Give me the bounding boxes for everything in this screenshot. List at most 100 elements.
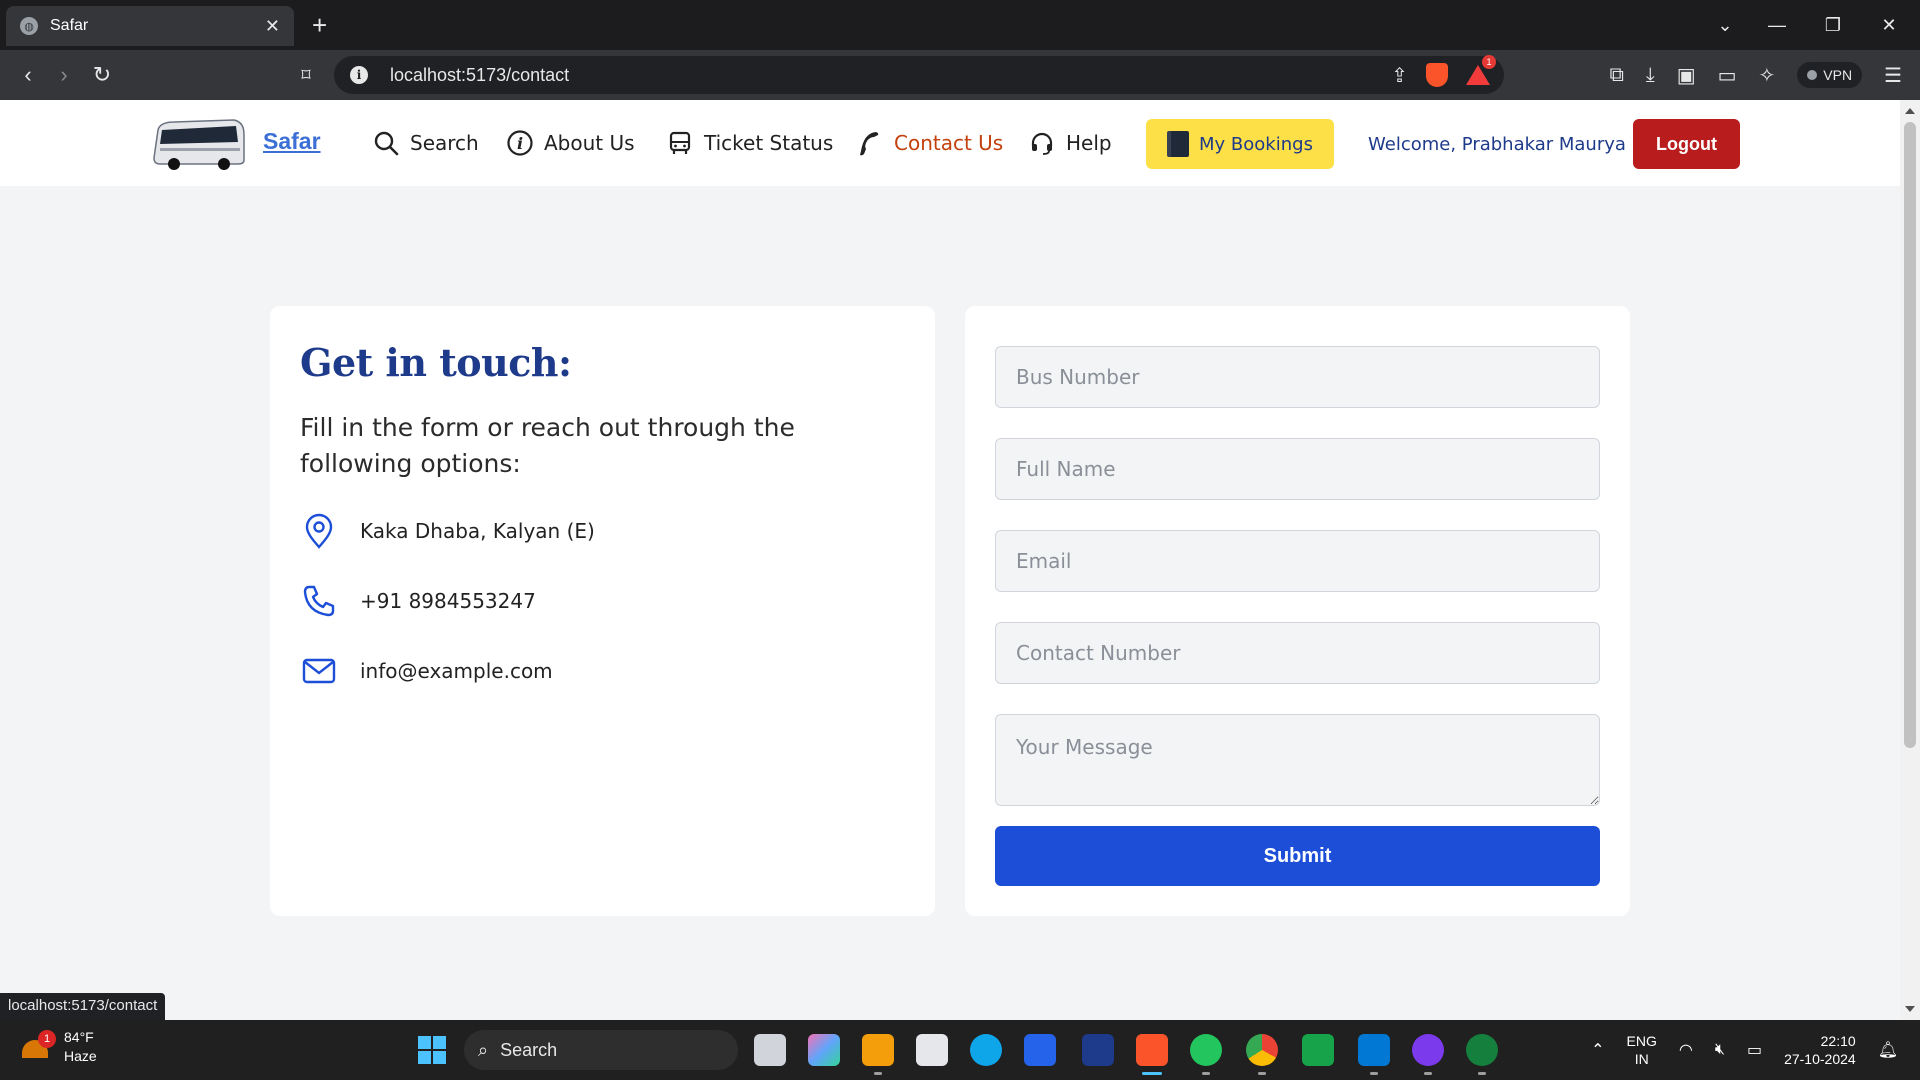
scroll-up-arrow-icon[interactable] — [1905, 108, 1915, 114]
welcome-text: Welcome, Prabhakar Maurya — [1368, 134, 1626, 155]
nav-help[interactable]: Help — [1028, 126, 1112, 160]
chrome-icon[interactable] — [1246, 1034, 1278, 1075]
region-code: IN — [1634, 1051, 1649, 1067]
extensions-icon[interactable]: ⧉ — [1610, 64, 1624, 87]
info-icon: i — [506, 129, 534, 157]
svg-text:i: i — [517, 134, 523, 153]
nav-contact-us[interactable]: Contact Us — [856, 126, 1003, 160]
email-input[interactable] — [995, 530, 1600, 592]
minimize-button[interactable]: — — [1752, 0, 1802, 50]
wallet-icon[interactable]: ▭ — [1718, 63, 1737, 88]
clock[interactable]: 22:10 27-10-2024 — [1784, 1032, 1856, 1068]
wifi-icon[interactable]: ◠ — [1679, 1040, 1693, 1060]
scroll-thumb[interactable] — [1904, 122, 1916, 748]
contact-number-input[interactable] — [995, 622, 1600, 684]
nav-search-label: Search — [410, 131, 479, 155]
back-button[interactable]: ‹ — [10, 50, 46, 100]
get-in-touch-title: Get in touch: — [300, 340, 572, 385]
vpn-button[interactable]: VPN — [1797, 62, 1863, 88]
whatsapp-icon[interactable] — [1190, 1034, 1222, 1075]
taskbar-search[interactable]: ⌕ Search — [464, 1030, 738, 1070]
full-name-input[interactable] — [995, 438, 1600, 500]
new-tab-button[interactable]: + — [312, 10, 327, 40]
outlook-icon[interactable] — [1024, 1034, 1056, 1066]
system-tray: ⌃ ENG IN ◠ 🔇︎ ▭ 22:10 27-10-2024 🔔︎ — [1591, 1020, 1920, 1080]
mongodb-compass-icon[interactable] — [1466, 1034, 1498, 1075]
edge-icon[interactable] — [970, 1034, 1002, 1066]
sidebar-icon[interactable]: ▣ — [1677, 63, 1696, 88]
my-bookings-button[interactable]: My Bookings — [1146, 119, 1334, 169]
bookmark-icon[interactable]: ⌑ — [288, 50, 324, 100]
menu-icon[interactable]: ☰ — [1884, 63, 1902, 88]
weather-icon: 1 — [22, 1030, 56, 1062]
microsoft-store-icon[interactable] — [916, 1034, 948, 1066]
nav-search[interactable]: Search — [372, 126, 479, 160]
nav-help-label: Help — [1066, 131, 1112, 155]
site-info-icon[interactable]: i — [350, 66, 368, 84]
chevron-up-icon[interactable]: ⌃ — [1591, 1040, 1604, 1060]
submit-button[interactable]: Submit — [995, 826, 1600, 886]
site-header: Safar Search i About Us Ticket Status Co… — [0, 100, 1900, 186]
headset-icon — [1028, 129, 1056, 157]
brand-link[interactable]: Safar — [263, 128, 321, 155]
close-tab-icon[interactable]: ✕ — [265, 16, 280, 37]
bus-icon — [666, 129, 694, 157]
address-bar[interactable]: i localhost:5173/contact ⇪ 1 — [334, 55, 1504, 94]
nav-about-us-label: About Us — [544, 131, 635, 155]
weather-widget[interactable]: 1 84°F Haze — [22, 1028, 97, 1066]
nav-contact-us-label: Contact Us — [894, 131, 1004, 155]
clock-time: 22:10 — [1820, 1033, 1856, 1049]
brave-shields-icon[interactable] — [1426, 63, 1448, 87]
download-icon[interactable]: ⤓ — [1646, 64, 1655, 87]
classroom-icon[interactable] — [1302, 1034, 1334, 1066]
l-app-icon[interactable] — [1082, 1034, 1114, 1066]
contact-form-card: Submit — [965, 306, 1630, 916]
share-icon[interactable]: ⇪ — [1391, 63, 1408, 88]
close-window-button[interactable]: ✕ — [1864, 0, 1914, 50]
windows-start-icon[interactable] — [418, 1036, 446, 1064]
book-icon — [1167, 131, 1190, 157]
language-indicator[interactable]: ENG IN — [1627, 1032, 1657, 1068]
weather-badge: 1 — [38, 1030, 56, 1048]
leo-ai-icon[interactable]: ✧ — [1759, 63, 1776, 88]
volume-muted-icon[interactable]: 🔇︎ — [1715, 1041, 1725, 1059]
phone-text: +91 8984553247 — [360, 589, 536, 613]
logout-button[interactable]: Logout — [1633, 119, 1740, 169]
browser-toolbar: ‹ › ↻ ⌑ i localhost:5173/contact ⇪ 1 ⧉ ⤓… — [0, 50, 1920, 100]
nav-ticket-status[interactable]: Ticket Status — [666, 126, 833, 160]
vpn-label: VPN — [1823, 67, 1853, 83]
bus-logo-icon[interactable] — [150, 116, 246, 172]
search-icon: ⌕ — [478, 1039, 489, 1060]
battery-icon[interactable]: ▭ — [1747, 1040, 1762, 1060]
task-view-icon[interactable] — [754, 1034, 786, 1066]
nav-ticket-status-label: Ticket Status — [704, 131, 834, 155]
reload-button[interactable]: ↻ — [84, 50, 120, 100]
copilot-icon[interactable] — [808, 1034, 840, 1066]
brave-rewards-icon[interactable]: 1 — [1466, 55, 1496, 85]
message-textarea[interactable] — [995, 714, 1600, 806]
phone-icon — [856, 129, 884, 157]
tab-title: Safar — [50, 17, 89, 34]
browser-tab[interactable]: ◍ Safar ✕ — [6, 6, 294, 46]
notification-badge: 1 — [1482, 55, 1496, 69]
page-scrollbar[interactable] — [1900, 100, 1920, 1020]
browser-tabbar: ◍ Safar ✕ + ⌄ — ❐ ✕ — [0, 0, 1920, 50]
phone-row: +91 8984553247 — [300, 582, 536, 620]
nav-about-us[interactable]: i About Us — [506, 126, 635, 160]
tab-search-icon[interactable]: ⌄ — [1700, 0, 1750, 50]
bus-number-input[interactable] — [995, 346, 1600, 408]
restore-button[interactable]: ❐ — [1808, 0, 1858, 50]
contact-info-card: Get in touch: Fill in the form or reach … — [270, 306, 935, 916]
media-player-icon[interactable] — [1412, 1034, 1444, 1075]
forward-button[interactable]: › — [46, 50, 82, 100]
location-pin-icon — [300, 512, 338, 550]
file-explorer-icon[interactable] — [862, 1034, 894, 1075]
notification-bell-icon[interactable]: 🔔︎ — [1878, 1040, 1898, 1060]
brave-browser-icon[interactable] — [1136, 1034, 1168, 1075]
contact-subtitle: Fill in the form or reach out through th… — [300, 413, 795, 478]
scroll-down-arrow-icon[interactable] — [1905, 1006, 1915, 1012]
vscode-icon[interactable] — [1358, 1034, 1390, 1075]
address-row: Kaka Dhaba, Kalyan (E) — [300, 512, 595, 550]
globe-icon: ◍ — [20, 17, 38, 35]
email-text: info@example.com — [360, 659, 553, 683]
